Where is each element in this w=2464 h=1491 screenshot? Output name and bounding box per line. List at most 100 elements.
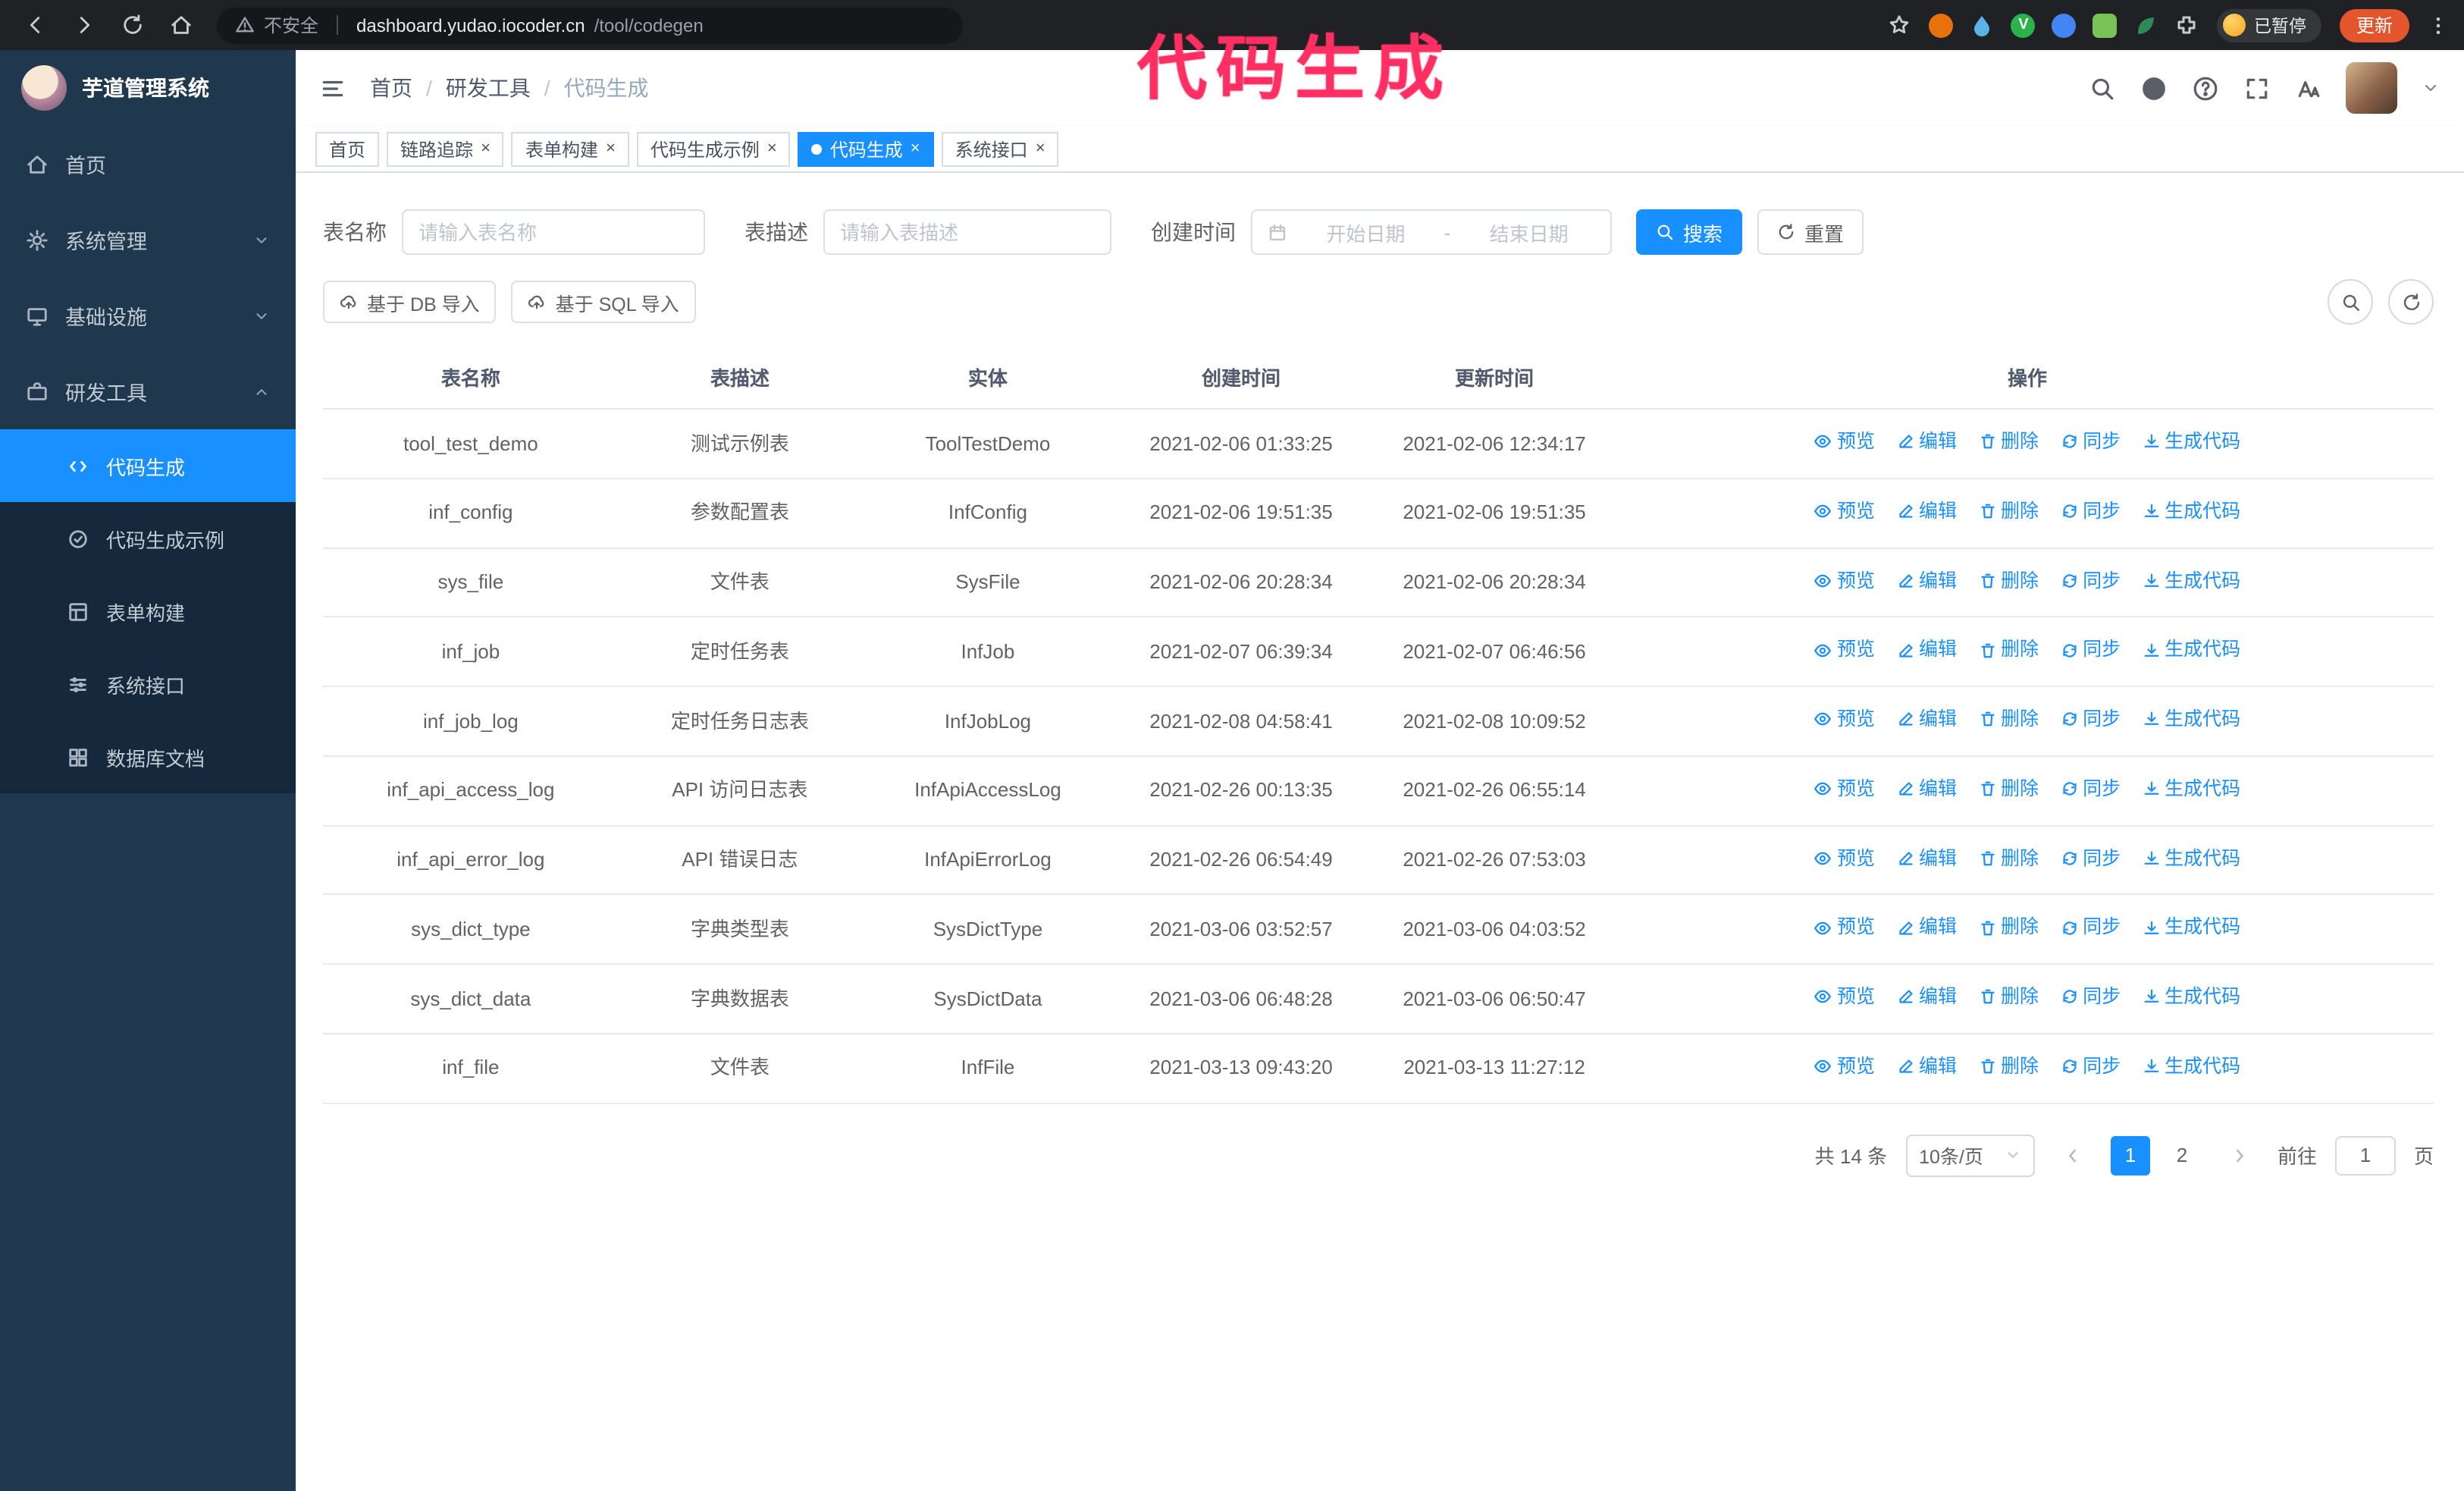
sidebar-item-tools[interactable]: 研发工具: [0, 353, 296, 429]
refresh-table-button[interactable]: [2388, 279, 2434, 325]
action-sync-link[interactable]: 同步: [2060, 843, 2121, 874]
action-generate-code-link[interactable]: 生成代码: [2142, 496, 2240, 527]
action-preview-link[interactable]: 预览: [1814, 565, 1875, 596]
extension-icon[interactable]: V: [2011, 13, 2036, 37]
table-desc-input[interactable]: [840, 221, 1095, 243]
sidebar-subitem-codegen[interactable]: 代码生成: [0, 429, 296, 502]
action-generate-code-link[interactable]: 生成代码: [2142, 774, 2240, 805]
action-edit-link[interactable]: 编辑: [1896, 635, 1957, 666]
extension-icon[interactable]: [2052, 13, 2077, 37]
action-sync-link[interactable]: 同步: [2060, 496, 2121, 527]
sidebar-item-infra[interactable]: 基础设施: [0, 278, 296, 353]
action-edit-link[interactable]: 编辑: [1896, 496, 1957, 527]
action-delete-link[interactable]: 删除: [1978, 912, 2039, 943]
github-icon[interactable]: [2141, 75, 2167, 101]
action-generate-code-link[interactable]: 生成代码: [2142, 912, 2240, 943]
action-delete-link[interactable]: 删除: [1978, 635, 2039, 666]
action-generate-code-link[interactable]: 生成代码: [2142, 843, 2240, 874]
action-delete-link[interactable]: 删除: [1978, 981, 2039, 1012]
action-delete-link[interactable]: 删除: [1978, 704, 2039, 735]
font-size-icon[interactable]: [2296, 75, 2321, 101]
hamburger-icon[interactable]: [320, 75, 346, 101]
tab-1[interactable]: 首页: [315, 131, 380, 166]
close-icon[interactable]: ×: [481, 140, 491, 157]
chevron-down-icon[interactable]: [2422, 79, 2440, 97]
app-logo[interactable]: 芋道管理系统: [0, 50, 296, 126]
import-db-button[interactable]: 基于 DB 导入: [323, 281, 497, 323]
action-edit-link[interactable]: 编辑: [1896, 981, 1957, 1012]
action-delete-link[interactable]: 删除: [1978, 843, 2039, 874]
address-bar[interactable]: 不安全 dashboard.yudao.iocoder.cn/tool/code…: [217, 7, 963, 43]
extension-icon[interactable]: [2175, 13, 2199, 37]
action-sync-link[interactable]: 同步: [2060, 774, 2121, 805]
action-preview-link[interactable]: 预览: [1814, 843, 1875, 874]
page-button-2[interactable]: 2: [2162, 1135, 2202, 1175]
action-preview-link[interactable]: 预览: [1814, 496, 1875, 527]
action-sync-link[interactable]: 同步: [2060, 912, 2121, 943]
next-page-button[interactable]: [2220, 1135, 2259, 1175]
page-size-select[interactable]: 10条/页: [1905, 1134, 2035, 1176]
tab-5[interactable]: 代码生成 ×: [798, 131, 934, 166]
extension-icon[interactable]: [2134, 13, 2158, 37]
action-sync-link[interactable]: 同步: [2060, 981, 2121, 1012]
action-sync-link[interactable]: 同步: [2060, 704, 2121, 735]
help-icon[interactable]: [2193, 75, 2218, 101]
update-button[interactable]: 更新: [2339, 8, 2409, 42]
close-icon[interactable]: ×: [606, 140, 616, 157]
close-icon[interactable]: ×: [767, 140, 777, 157]
search-icon[interactable]: [2089, 75, 2115, 101]
toggle-search-button[interactable]: [2328, 279, 2373, 325]
action-generate-code-link[interactable]: 生成代码: [2142, 426, 2240, 457]
action-preview-link[interactable]: 预览: [1814, 981, 1875, 1012]
action-preview-link[interactable]: 预览: [1814, 774, 1875, 805]
action-generate-code-link[interactable]: 生成代码: [2142, 1051, 2240, 1082]
date-range-picker[interactable]: 开始日期 - 结束日期: [1251, 209, 1612, 255]
extension-icon[interactable]: [1970, 13, 1995, 37]
action-delete-link[interactable]: 删除: [1978, 774, 2039, 805]
breadcrumb-item[interactable]: 首页: [370, 73, 412, 103]
action-preview-link[interactable]: 预览: [1814, 1051, 1875, 1082]
action-edit-link[interactable]: 编辑: [1896, 704, 1957, 735]
sidebar-item-gear[interactable]: 系统管理: [0, 202, 296, 278]
bookmark-star-icon[interactable]: [1889, 14, 1911, 36]
action-edit-link[interactable]: 编辑: [1896, 426, 1957, 457]
action-sync-link[interactable]: 同步: [2060, 635, 2121, 666]
page-button-1[interactable]: 1: [2110, 1135, 2150, 1175]
action-edit-link[interactable]: 编辑: [1896, 843, 1957, 874]
action-generate-code-link[interactable]: 生成代码: [2142, 981, 2240, 1012]
browser-home-icon[interactable]: [170, 14, 193, 36]
action-delete-link[interactable]: 删除: [1978, 1051, 2039, 1082]
action-generate-code-link[interactable]: 生成代码: [2142, 565, 2240, 596]
action-edit-link[interactable]: 编辑: [1896, 774, 1957, 805]
action-edit-link[interactable]: 编辑: [1896, 1051, 1957, 1082]
tab-3[interactable]: 表单构建 ×: [511, 131, 629, 166]
action-preview-link[interactable]: 预览: [1814, 426, 1875, 457]
action-generate-code-link[interactable]: 生成代码: [2142, 635, 2240, 666]
action-sync-link[interactable]: 同步: [2060, 1051, 2121, 1082]
browser-reload-icon[interactable]: [121, 14, 144, 36]
breadcrumb-item[interactable]: 研发工具: [446, 73, 531, 103]
action-edit-link[interactable]: 编辑: [1896, 912, 1957, 943]
close-icon[interactable]: ×: [1036, 140, 1045, 157]
avatar[interactable]: [2346, 62, 2397, 114]
browser-forward-icon[interactable]: [73, 14, 96, 36]
action-edit-link[interactable]: 编辑: [1896, 565, 1957, 596]
action-sync-link[interactable]: 同步: [2060, 565, 2121, 596]
extension-icon[interactable]: [2093, 13, 2118, 37]
reset-button[interactable]: 重置: [1757, 209, 1864, 255]
action-generate-code-link[interactable]: 生成代码: [2142, 704, 2240, 735]
action-preview-link[interactable]: 预览: [1814, 704, 1875, 735]
action-sync-link[interactable]: 同步: [2060, 426, 2121, 457]
action-delete-link[interactable]: 删除: [1978, 426, 2039, 457]
tab-6[interactable]: 系统接口 ×: [941, 131, 1059, 166]
fullscreen-icon[interactable]: [2244, 75, 2270, 101]
goto-page-input[interactable]: [2334, 1135, 2396, 1175]
import-sql-button[interactable]: 基于 SQL 导入: [511, 281, 696, 323]
sidebar-item-home[interactable]: 首页: [0, 126, 296, 202]
paused-badge[interactable]: 已暂停: [2217, 8, 2321, 42]
action-delete-link[interactable]: 删除: [1978, 496, 2039, 527]
sidebar-subitem-form-builder[interactable]: 表单构建: [0, 575, 296, 648]
sidebar-subitem-system-api[interactable]: 系统接口: [0, 648, 296, 720]
browser-back-icon[interactable]: [24, 14, 47, 36]
tab-2[interactable]: 链路追踪 ×: [387, 131, 504, 166]
